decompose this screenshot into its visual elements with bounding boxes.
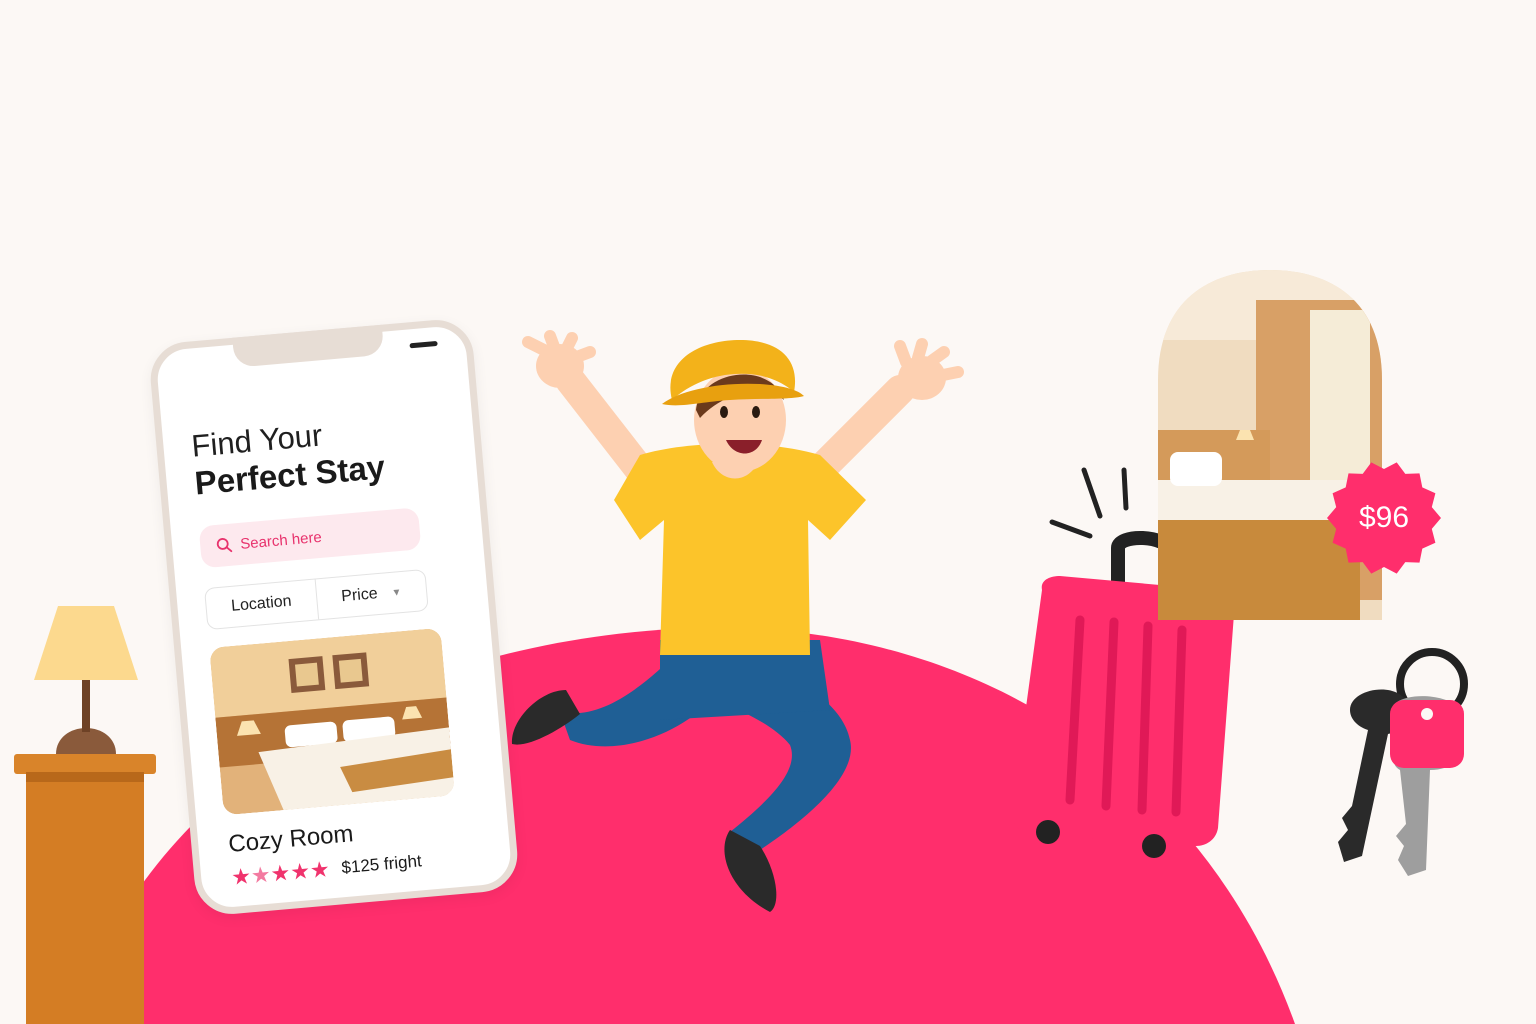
phone-sensor xyxy=(409,340,438,349)
price-badge-label: $96 xyxy=(1358,501,1410,534)
nightstand-illustration xyxy=(14,606,156,1024)
keys-illustration xyxy=(1338,648,1468,876)
search-placeholder: Search here xyxy=(239,528,323,553)
star-icon: ★ xyxy=(269,859,292,887)
search-input[interactable]: Search here xyxy=(198,507,422,569)
price-filter[interactable]: Price ▼ xyxy=(314,569,428,620)
star-icon: ★ xyxy=(249,861,272,889)
chevron-down-icon: ▼ xyxy=(391,586,402,599)
location-filter[interactable]: Location xyxy=(205,580,318,629)
star-icon: ★ xyxy=(230,863,253,890)
price-badge: $96 xyxy=(1326,460,1442,576)
location-filter-label: Location xyxy=(230,592,293,615)
room-thumbnail[interactable] xyxy=(209,627,455,816)
filter-bar: Location Price ▼ xyxy=(203,568,429,631)
star-icon: ★ xyxy=(289,858,312,885)
search-icon xyxy=(216,538,233,553)
star-icon: ★ xyxy=(308,856,331,884)
price-filter-label: Price xyxy=(340,585,379,606)
listing-price: $125 fright xyxy=(340,851,423,878)
listing-name: Cozy Room xyxy=(227,820,355,859)
phone-mockup: Find Your Perfect Stay Search here Locat… xyxy=(147,316,521,918)
